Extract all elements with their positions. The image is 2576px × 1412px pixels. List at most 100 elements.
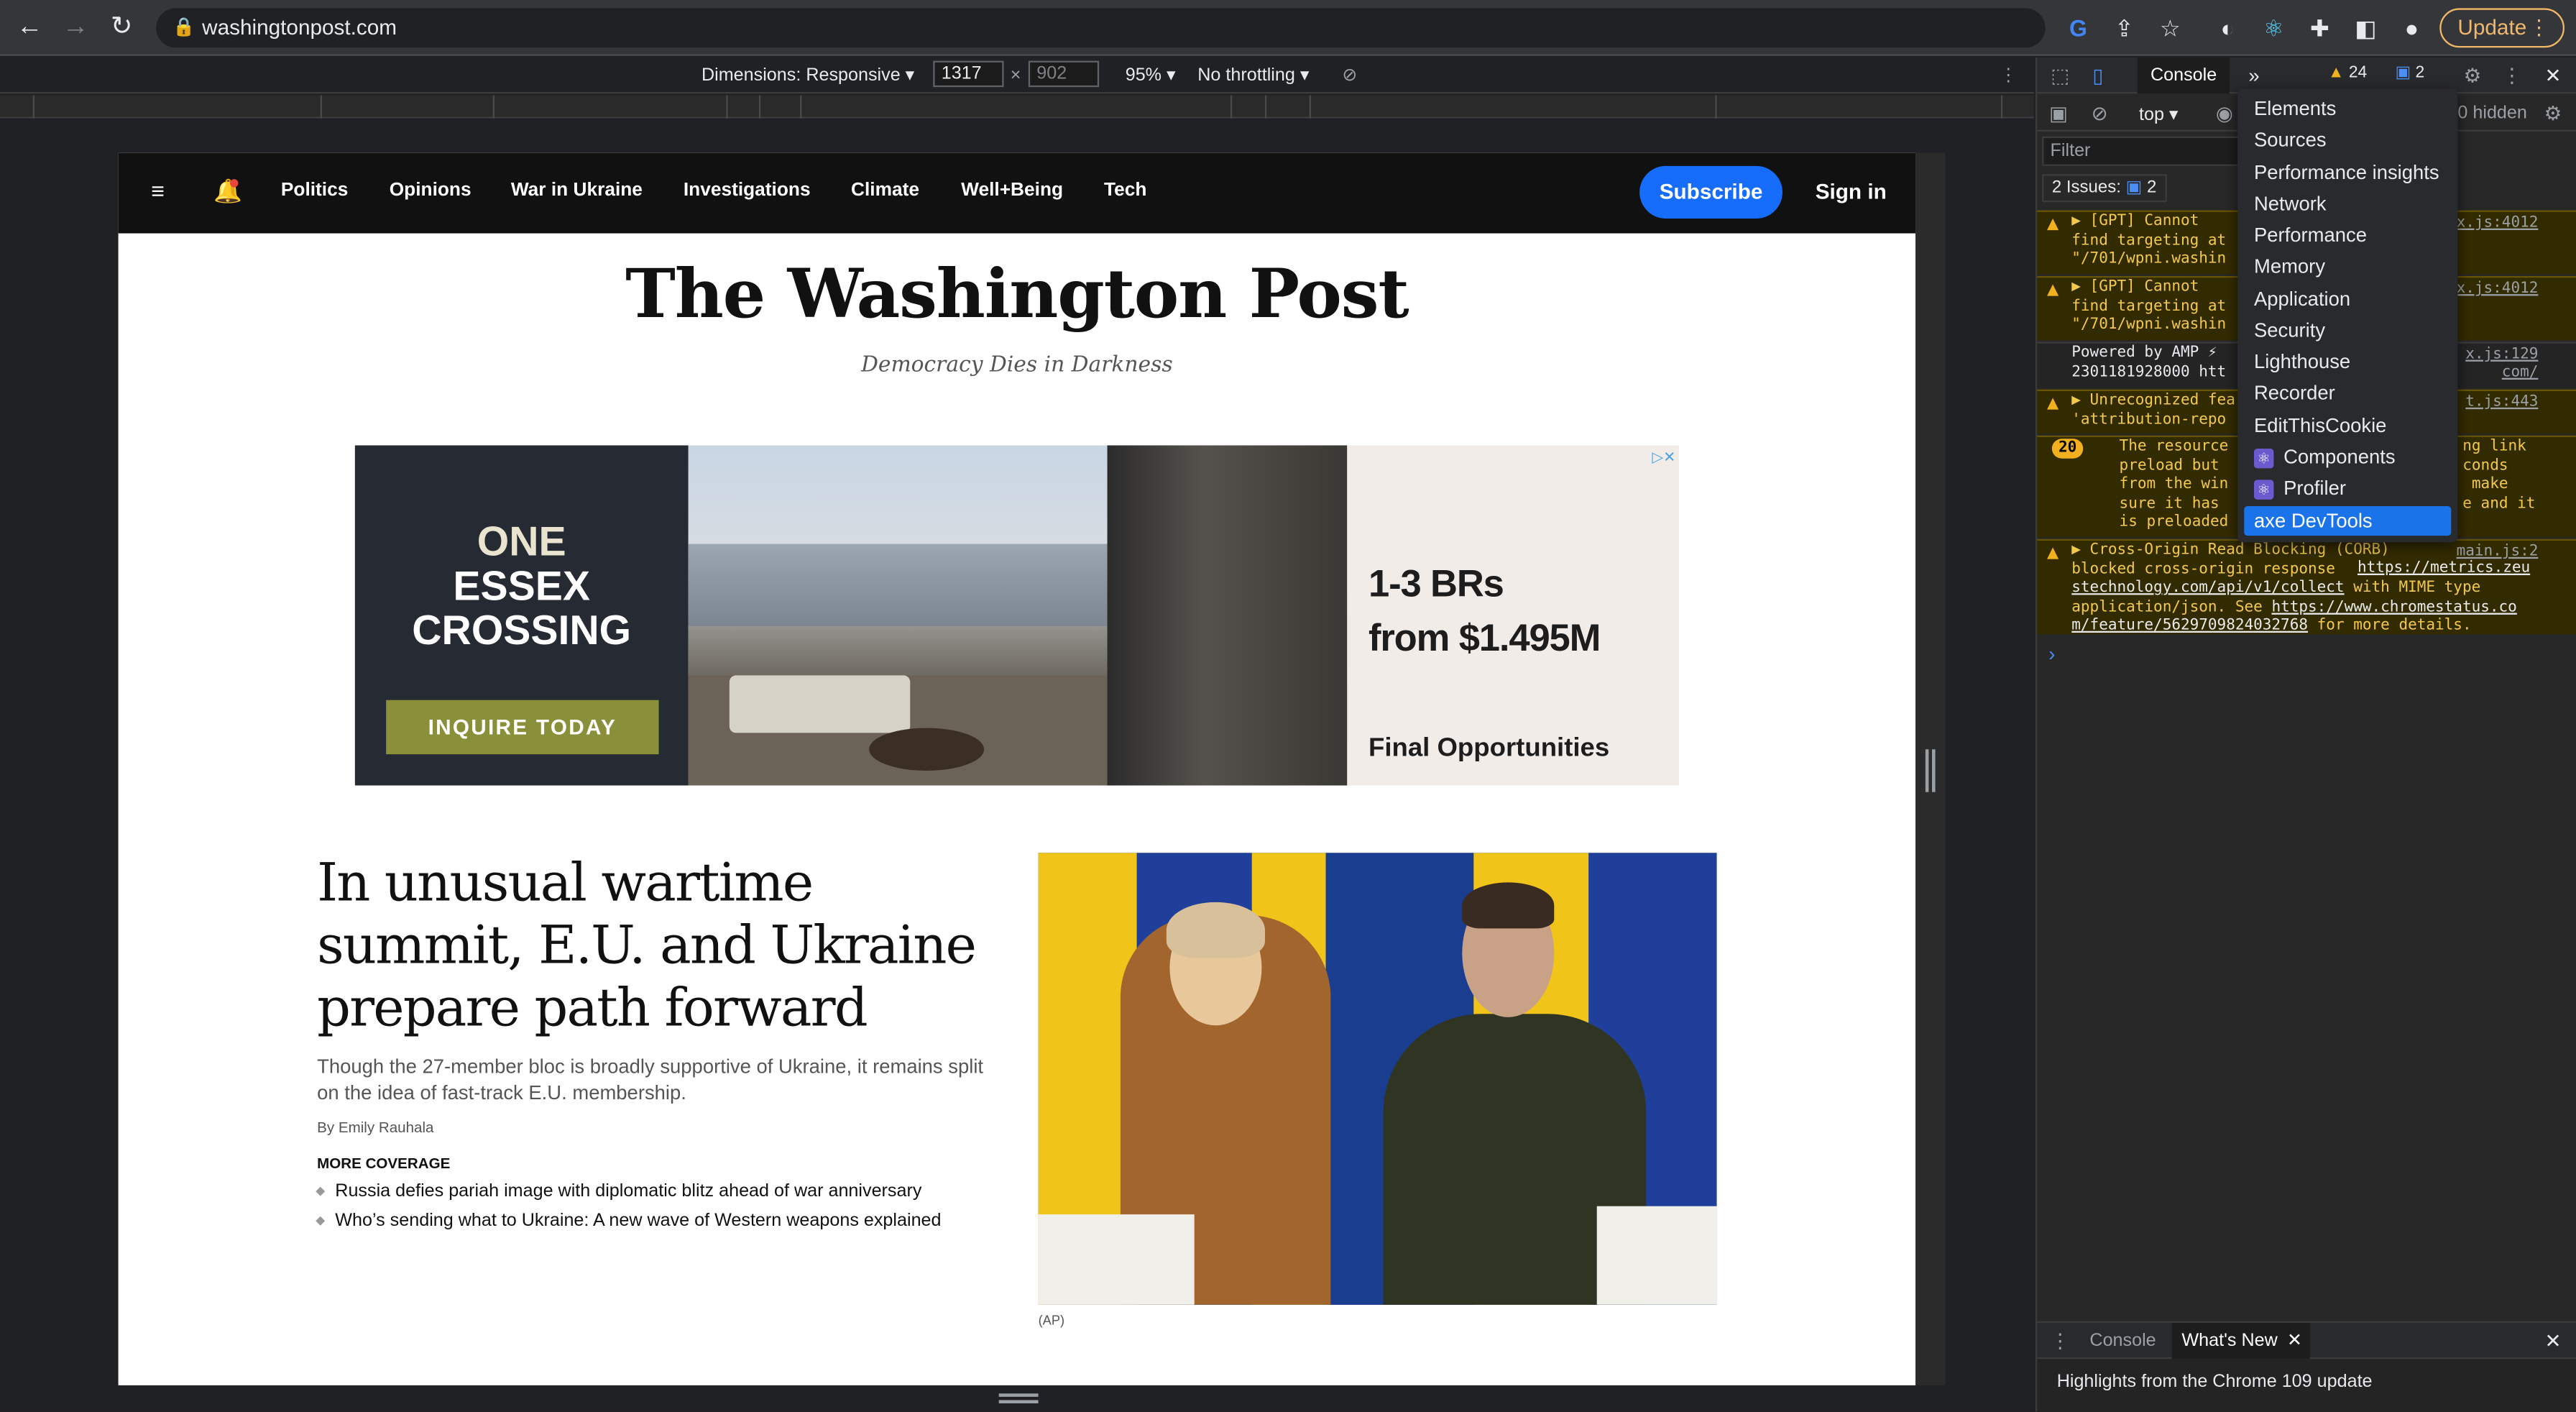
media-query-ruler[interactable] — [0, 95, 2034, 119]
masthead-logo[interactable]: The Washington Post — [119, 255, 1916, 334]
throttling-dropdown[interactable]: No throttling ▾ — [1197, 64, 1309, 87]
back-icon[interactable]: ← — [13, 12, 46, 45]
whats-new-highlight: Highlights from the Chrome 109 update — [2056, 1372, 2373, 1392]
url-text: washingtonpost.com — [202, 14, 397, 40]
hidden-count: 0 hidden — [2457, 103, 2527, 124]
clear-console-icon[interactable]: ⊘ — [2087, 100, 2113, 127]
console-settings-icon[interactable]: ⚙ — [2540, 100, 2567, 127]
menu-item-performance[interactable]: Performance — [2244, 220, 2451, 249]
forward-icon[interactable]: → — [59, 12, 92, 45]
nav-link-investigations[interactable]: Investigations — [684, 180, 811, 200]
menu-item-components[interactable]: ⚛ Components — [2244, 442, 2451, 472]
google-icon[interactable]: G — [2064, 13, 2093, 42]
update-button[interactable]: Update ⋮ — [2439, 8, 2564, 48]
ad-rooftop-photo — [688, 445, 1348, 786]
live-expression-eye-icon[interactable]: ◉ — [2212, 100, 2238, 127]
photo-credit: (AP) — [1038, 1313, 1065, 1328]
advertisement[interactable]: ONE ESSEX CROSSING INQUIRE TODAY 1-3 BRs… — [354, 445, 1679, 786]
drawer-menu-icon[interactable]: ⋮ — [2047, 1328, 2074, 1354]
subscribe-button[interactable]: Subscribe — [1639, 165, 1782, 219]
reload-icon[interactable]: ↻ — [105, 12, 138, 45]
drawer-tab-console[interactable]: Console — [2080, 1323, 2166, 1359]
sidebar-toggle-icon[interactable]: ▣ — [2046, 100, 2072, 127]
device-viewport: ≡ 🔔 Politics Opinions War in Ukraine Inv… — [0, 119, 2034, 1412]
menu-item-editthiscookie[interactable]: EditThisCookie — [2244, 411, 2451, 440]
context-selector[interactable]: top ▾ — [2139, 104, 2179, 124]
menu-item-elements[interactable]: Elements — [2244, 93, 2451, 123]
messages-badge[interactable]: ▣ 2 — [2396, 64, 2425, 82]
extensions-puzzle-icon[interactable]: ✚ — [2305, 13, 2334, 42]
webpage: ≡ 🔔 Politics Opinions War in Ukraine Inv… — [118, 152, 1916, 1385]
resize-handle-bottom[interactable] — [998, 1393, 1039, 1403]
width-input[interactable]: 1317 — [933, 60, 1004, 88]
update-label: Update — [2457, 14, 2527, 40]
warnings-badge[interactable]: ▲ 24 — [2328, 64, 2367, 82]
more-coverage-label: MORE COVERAGE — [317, 1155, 451, 1172]
share-icon[interactable]: ⇪ — [2110, 13, 2139, 42]
tab-console[interactable]: Console — [2137, 57, 2230, 94]
extension-circle-icon[interactable]: ◐ — [2213, 13, 2242, 42]
drawer-tabbar: ⋮ Console What's New ✕ ✕ — [2037, 1322, 2576, 1360]
ad-offer-panel: 1-3 BRs from $1.495M Final Opportunities — [1347, 445, 1679, 786]
more-vert-icon: ⋮ — [2528, 14, 2550, 40]
drawer-tab-whats-new[interactable]: What's New ✕ — [2171, 1322, 2311, 1360]
related-link[interactable]: Who’s sending what to Ukraine: A new wav… — [316, 1211, 1007, 1231]
address-bar[interactable]: 🔒 washingtonpost.com — [156, 8, 2046, 48]
story-byline[interactable]: By Emily Rauhala — [317, 1119, 433, 1136]
nav-link-tech[interactable]: Tech — [1104, 180, 1146, 200]
close-drawer-icon[interactable]: ✕ — [2540, 1328, 2567, 1354]
device-more-icon[interactable]: ⋮ — [2000, 64, 2018, 87]
menu-item-memory[interactable]: Memory — [2244, 252, 2451, 281]
more-tabs-icon[interactable]: » — [2241, 63, 2268, 89]
warning-icon: ▲ — [2046, 215, 2059, 234]
dimensions-dropdown[interactable]: Dimensions: Responsive ▾ — [702, 64, 914, 87]
close-devtools-icon[interactable]: ✕ — [2540, 63, 2567, 89]
react-icon: ⚛ — [2253, 480, 2274, 500]
height-input[interactable]: 902 — [1028, 60, 1100, 88]
story-headline[interactable]: In unusual wartime summit, E.U. and Ukra… — [317, 851, 1015, 1039]
sections-menu-icon[interactable]: ≡ — [151, 178, 165, 204]
related-link[interactable]: Russia defies pariah image with diplomat… — [316, 1181, 1007, 1201]
nav-link-climate[interactable]: Climate — [851, 180, 919, 200]
menu-item-profiler[interactable]: ⚛ Profiler — [2244, 473, 2451, 503]
menu-item-recorder[interactable]: Recorder — [2244, 378, 2451, 408]
story-photo[interactable] — [1038, 853, 1717, 1305]
menu-item-security[interactable]: Security — [2244, 316, 2451, 345]
console-filter-input[interactable]: Filter — [2042, 136, 2240, 166]
device-toolbar: Dimensions: Responsive ▾ 1317 × 902 95% … — [0, 57, 2034, 94]
settings-gear-icon[interactable]: ⚙ — [2460, 63, 2486, 89]
dimension-x-icon: × — [1010, 65, 1021, 86]
sign-in-link[interactable]: Sign in — [1816, 179, 1887, 203]
console-message-corb[interactable]: ▲ main.js:2 ▶ Cross-Origin Read Blocking… — [2037, 538, 2576, 635]
react-extension-icon[interactable]: ⚛ — [2259, 13, 2288, 42]
warning-icon: ▲ — [2046, 394, 2059, 413]
adchoices-close-icon[interactable]: ▷✕ — [1634, 449, 1675, 468]
close-tab-icon[interactable]: ✕ — [2287, 1323, 2302, 1359]
device-toggle-icon[interactable]: ▯ — [2085, 63, 2112, 89]
site-nav: ≡ 🔔 Politics Opinions War in Ukraine Inv… — [118, 152, 1916, 234]
menu-item-performance-insights[interactable]: Performance insights — [2244, 157, 2451, 187]
bookmark-star-icon[interactable]: ☆ — [2156, 13, 2185, 42]
nav-link-opinions[interactable]: Opinions — [390, 180, 472, 200]
profile-icon[interactable]: ● — [2397, 13, 2426, 42]
menu-item-sources[interactable]: Sources — [2244, 125, 2451, 155]
rotate-icon[interactable]: ⊘ — [1342, 64, 1357, 87]
menu-item-network[interactable]: Network — [2244, 189, 2451, 219]
side-panel-icon[interactable]: ◧ — [2351, 13, 2380, 42]
ad-final-text: Final Opportunities — [1368, 734, 1610, 763]
menu-item-axe-devtools[interactable]: axe DevTools — [2244, 505, 2452, 536]
menu-item-application[interactable]: Application — [2244, 284, 2451, 313]
devtools-more-icon[interactable]: ⋮ — [2499, 63, 2526, 89]
nav-link-well-being[interactable]: Well+Being — [961, 180, 1063, 200]
resize-handle-right[interactable] — [1925, 749, 1936, 792]
nav-link-war-in-ukraine[interactable]: War in Ukraine — [511, 180, 643, 200]
console-prompt-icon[interactable]: › — [2048, 643, 2055, 666]
menu-item-lighthouse[interactable]: Lighthouse — [2244, 347, 2451, 376]
issues-button[interactable]: 2 Issues: ▣ 2 — [2042, 174, 2167, 203]
zoom-dropdown[interactable]: 95% ▾ — [1126, 64, 1176, 87]
devtools-drawer: ⋮ Console What's New ✕ ✕ Highlights from… — [2037, 1321, 2576, 1412]
ad-inquire-button[interactable]: INQUIRE TODAY — [386, 700, 659, 755]
inspect-element-icon[interactable]: ⬚ — [2047, 63, 2074, 89]
nav-link-politics[interactable]: Politics — [281, 180, 348, 200]
ad-brand-panel: ONE ESSEX CROSSING INQUIRE TODAY — [354, 445, 689, 786]
